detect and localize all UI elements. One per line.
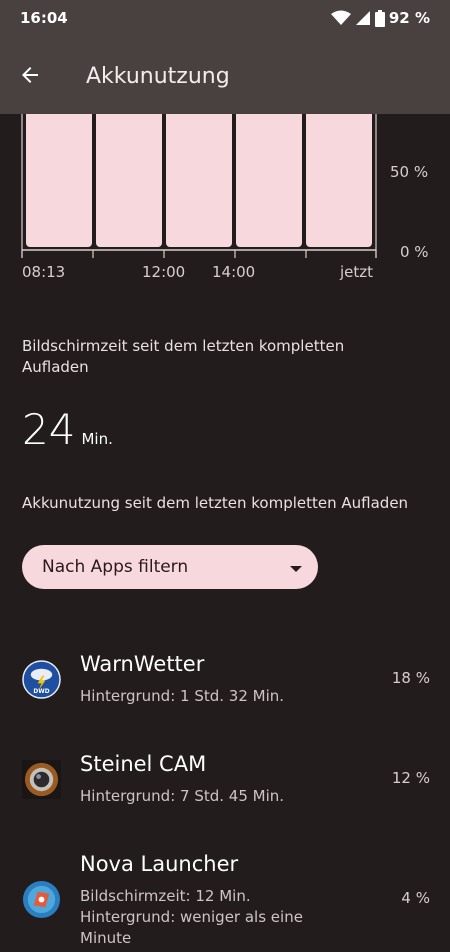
battery-icon — [374, 9, 385, 27]
app-detail-screen-time: Bildschirmzeit: 12 Min. — [80, 887, 251, 905]
arrow-back-icon — [22, 67, 38, 83]
status-icons: 92 % — [330, 9, 430, 27]
battery-chart: 50 % 0 % 08:13 12:00 14:00 jetzt — [21, 114, 429, 281]
app-detail: Hintergrund: 1 Std. 32 Min. — [80, 687, 285, 705]
chart-bar — [96, 114, 162, 247]
page-title: Akkunutzung — [86, 64, 230, 89]
back-button[interactable] — [12, 57, 48, 93]
app-detail: Hintergrund: 7 Std. 45 Min. — [80, 787, 285, 805]
battery-percent: 92 % — [388, 9, 430, 27]
y-label-0: 0 % — [400, 243, 429, 261]
wifi-icon — [330, 10, 351, 25]
chart-bar — [306, 114, 372, 247]
status-time: 16:04 — [20, 9, 68, 27]
x-label-start: 08:13 — [22, 263, 65, 281]
app-percent: 4 % — [401, 889, 430, 907]
app-detail-background: Hintergrund: weniger als eine Minute — [80, 908, 303, 947]
warnwetter-dwd-icon: DWD — [22, 660, 61, 699]
x-label-1200: 12:00 — [142, 263, 185, 281]
app-bar: Akkunutzung — [0, 36, 450, 114]
cellular-signal-icon — [355, 11, 370, 25]
chart-bar — [166, 114, 232, 247]
svg-text:DWD: DWD — [33, 689, 49, 695]
filter-label: Nach Apps filtern — [42, 557, 189, 577]
app-row-warnwetter[interactable]: DWD WarnWetter Hintergrund: 1 Std. 32 Mi… — [0, 640, 450, 740]
screen-time-label: Bildschirmzeit seit dem letzten komplett… — [22, 337, 345, 376]
app-name: Nova Launcher — [80, 852, 239, 876]
screen-time-value: 24 Min. — [22, 405, 113, 454]
status-bar: 16:04 92 % — [0, 0, 450, 36]
chart-bar — [26, 114, 92, 247]
app-percent: 12 % — [391, 769, 430, 787]
app-percent: 18 % — [391, 669, 430, 687]
x-label-now: jetzt — [339, 263, 373, 281]
chart-bar — [236, 114, 302, 247]
app-row-steinel-cam[interactable]: Steinel CAM Hintergrund: 7 Std. 45 Min. … — [0, 740, 450, 840]
app-row-nova-launcher[interactable]: Nova Launcher Bildschirmzeit: 12 Min. Hi… — [0, 840, 450, 952]
app-name: Steinel CAM — [80, 752, 207, 776]
app-name: WarnWetter — [80, 652, 205, 676]
x-label-1400: 14:00 — [212, 263, 255, 281]
dropdown-arrow-icon — [290, 566, 302, 572]
filter-apps-dropdown[interactable]: Nach Apps filtern — [22, 545, 318, 589]
screen-time-unit: Min. — [81, 430, 113, 448]
screen-time-number: 24 — [22, 405, 76, 454]
nova-launcher-icon — [22, 880, 61, 919]
camera-lens-icon — [22, 760, 61, 799]
y-label-50: 50 % — [390, 163, 428, 181]
battery-usage-label: Akkunutzung seit dem letzten kompletten … — [22, 494, 409, 512]
